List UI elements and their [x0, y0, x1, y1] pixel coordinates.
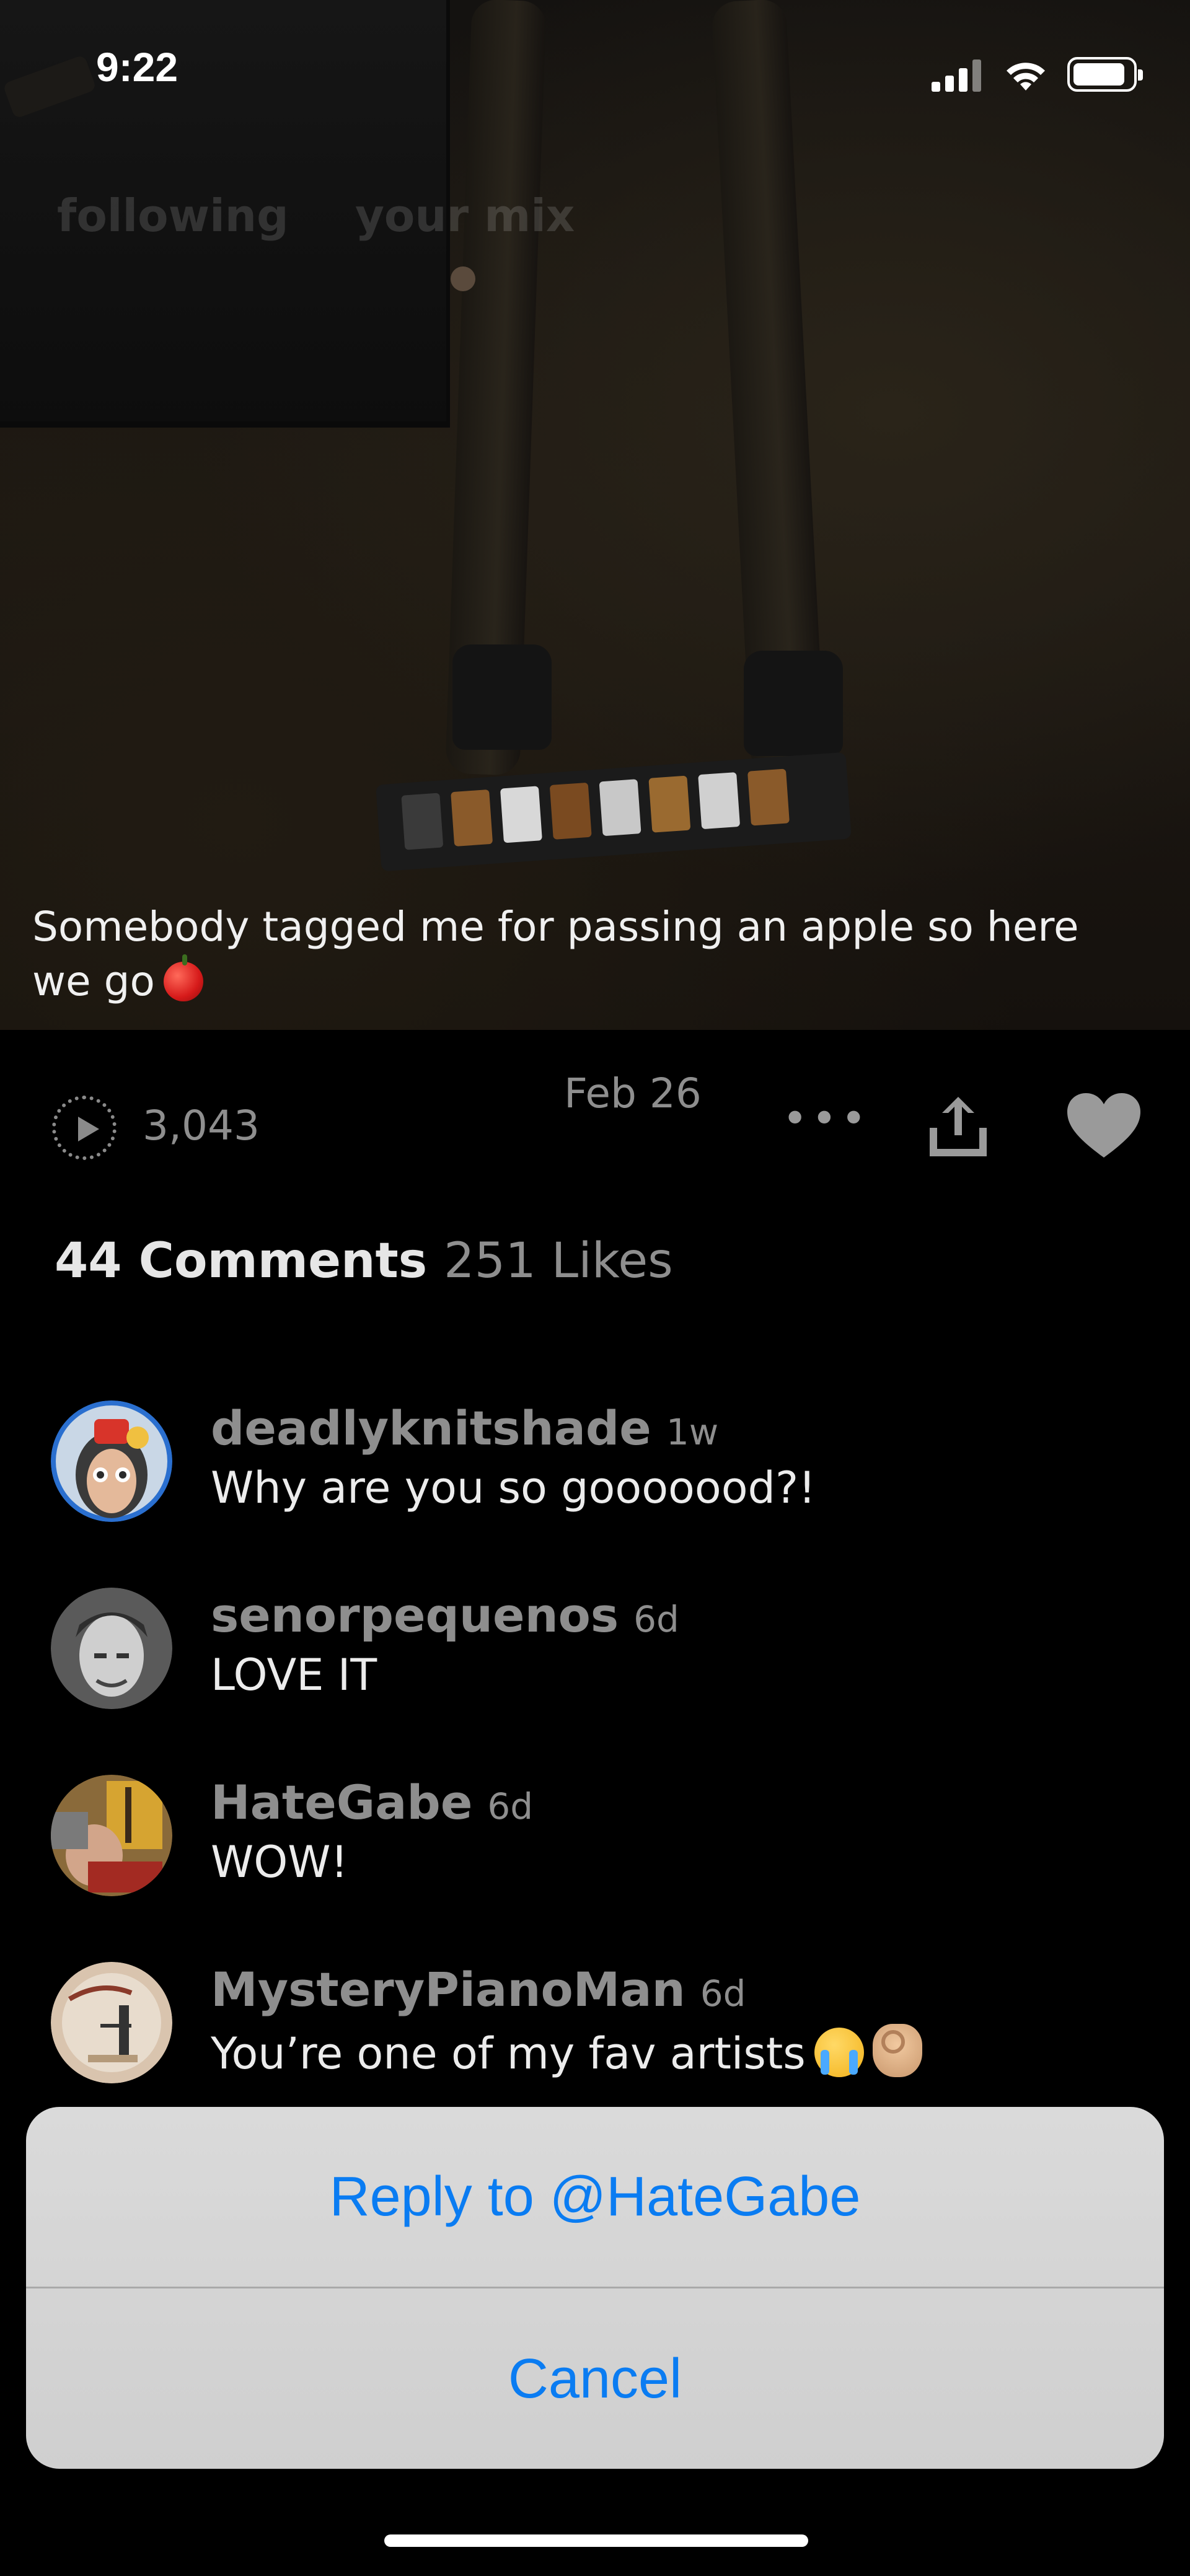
home-indicator[interactable]	[384, 2534, 808, 2547]
ok-hand-icon	[872, 2024, 922, 2077]
comment-text: You’re one of my fav artists	[211, 2024, 922, 2079]
comment-username[interactable]: deadlyknitshade 1w	[211, 1400, 718, 1456]
pedal	[747, 768, 790, 826]
status-time: 9:22	[96, 44, 178, 90]
cellular-signal-icon	[932, 59, 984, 92]
avatar[interactable]	[51, 1962, 172, 2083]
share-icon[interactable]	[923, 1092, 993, 1161]
post-caption: Somebody tagged me for passing an apple …	[32, 900, 1086, 1009]
apple-emoji-icon	[163, 954, 203, 1001]
heart-icon[interactable]	[1066, 1093, 1142, 1159]
sheet-divider	[26, 2287, 1164, 2288]
boot-right	[744, 651, 843, 756]
pedal	[549, 782, 592, 840]
pedal	[401, 793, 444, 850]
comment-username[interactable]: HateGabe 6d	[211, 1775, 533, 1830]
comment-item[interactable]: HateGabe 6d WOW!	[51, 1775, 1142, 1923]
action-sheet: Reply to @HateGabe Cancel	[26, 2107, 1164, 2469]
post-date: Feb 26	[564, 1070, 702, 1117]
comment-time: 6d	[487, 1785, 534, 1827]
pedal	[500, 786, 542, 843]
battery-icon	[1067, 57, 1143, 92]
wifi-icon	[1007, 63, 1045, 90]
pedal	[648, 775, 691, 833]
comment-item[interactable]: senorpequenos 6d LOVE IT	[51, 1588, 1142, 1736]
tab-following[interactable]: following	[57, 190, 289, 242]
performer-image	[434, 0, 930, 806]
comment-time: 6d	[633, 1598, 679, 1640]
boot-left	[452, 644, 552, 750]
comment-username[interactable]: senorpequenos 6d	[211, 1588, 679, 1643]
avatar[interactable]	[51, 1588, 172, 1709]
pedal	[599, 779, 641, 837]
comment-username[interactable]: MysteryPianoMan 6d	[211, 1962, 746, 2017]
comment-item[interactable]: deadlyknitshade 1w Why are you so goooooo…	[51, 1400, 1142, 1549]
tab-likes[interactable]: 251 Likes	[444, 1233, 673, 1289]
comment-item[interactable]: MysteryPianoMan 6d You’re one of my fav a…	[51, 1962, 1142, 2111]
comment-text: WOW!	[211, 1837, 348, 1888]
cancel-button[interactable]: Cancel	[26, 2289, 1164, 2469]
reply-button[interactable]: Reply to @HateGabe	[26, 2107, 1164, 2287]
comment-time: 6d	[700, 1972, 746, 2015]
active-tab-indicator	[451, 266, 475, 291]
pedal	[451, 789, 493, 847]
tab-your-mix[interactable]: your mix	[355, 190, 575, 242]
comment-text: Why are you so gooooood?!	[211, 1462, 816, 1513]
amp-logo	[2, 54, 97, 120]
comment-text: LOVE IT	[211, 1650, 377, 1700]
plays-icon	[52, 1096, 117, 1160]
tab-comments[interactable]: 44 Comments	[55, 1233, 427, 1289]
avatar[interactable]	[51, 1400, 172, 1522]
pedal	[698, 772, 741, 830]
more-options-button[interactable]: •••	[782, 1097, 866, 1140]
comments-list[interactable]: deadlyknitshade 1w Why are you so goooooo…	[0, 1308, 1190, 2113]
avatar[interactable]	[51, 1775, 172, 1896]
video-player[interactable]: Somebody tagged me for passing an apple …	[0, 0, 1190, 1030]
comment-time: 1w	[666, 1411, 719, 1453]
loudly-crying-face-icon	[814, 2028, 864, 2077]
plays-count: 3,043	[143, 1102, 260, 1150]
